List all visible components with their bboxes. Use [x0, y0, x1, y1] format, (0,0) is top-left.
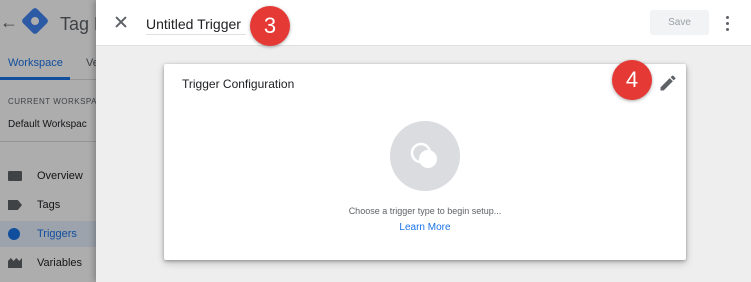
trigger-editor-panel: Save Trigger Configuration Choose a trig…: [96, 0, 751, 282]
trigger-type-icon: [410, 142, 437, 168]
step-badge-3: 3: [250, 6, 290, 46]
empty-state-text: Choose a trigger type to begin setup...: [348, 206, 502, 216]
panel-header: Save: [96, 0, 751, 46]
choose-trigger-type-button[interactable]: [390, 121, 460, 191]
learn-more-link[interactable]: Learn More: [164, 222, 686, 233]
pencil-icon[interactable]: [658, 73, 678, 93]
step-badge-4: 4: [612, 60, 652, 100]
trigger-configuration-card[interactable]: Trigger Configuration Choose a trigger t…: [164, 64, 686, 260]
trigger-name-input[interactable]: [146, 13, 246, 35]
card-title: Trigger Configuration: [182, 77, 295, 91]
more-options-icon[interactable]: [720, 12, 736, 34]
close-icon[interactable]: [110, 11, 132, 33]
save-button[interactable]: Save: [650, 10, 709, 35]
